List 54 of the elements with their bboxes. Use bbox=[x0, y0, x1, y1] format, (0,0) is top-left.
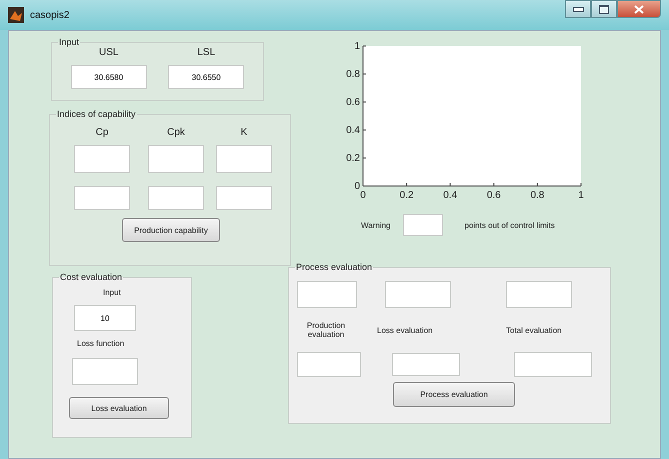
input-field[interactable] bbox=[74, 186, 130, 210]
tick-label: 0.8 bbox=[346, 69, 360, 80]
loss-evaluation-button[interactable]: Loss evaluation bbox=[69, 397, 169, 419]
production-capability-button[interactable]: Production capability bbox=[122, 218, 220, 242]
panel-title: Input bbox=[58, 37, 80, 47]
field-label: USL bbox=[99, 47, 118, 58]
input-field[interactable] bbox=[402, 214, 442, 236]
input-field[interactable] bbox=[506, 280, 572, 308]
field-label: LSL bbox=[197, 47, 216, 58]
tick-label: 0.6 bbox=[346, 97, 360, 108]
input-field[interactable] bbox=[297, 352, 361, 376]
close-button[interactable] bbox=[617, 0, 661, 18]
input-field[interactable] bbox=[385, 280, 451, 308]
tick-label: 1 bbox=[354, 41, 360, 52]
app-icon bbox=[8, 7, 24, 23]
tick-label: 0.8 bbox=[530, 190, 544, 201]
field-label: Loss function bbox=[77, 339, 124, 348]
tick-label: 0 bbox=[354, 181, 360, 192]
close-icon bbox=[634, 4, 644, 14]
column-label: Cpk bbox=[167, 127, 185, 138]
tick-label: 1 bbox=[578, 190, 584, 201]
process-evaluation-button[interactable]: Process evaluation bbox=[393, 382, 515, 407]
tick-label: 0.4 bbox=[443, 190, 458, 201]
input-field[interactable] bbox=[72, 358, 138, 385]
minimize-button[interactable] bbox=[565, 0, 591, 18]
tick-label: 0.6 bbox=[486, 190, 501, 201]
tick-label: 0.2 bbox=[400, 190, 414, 201]
input-field[interactable] bbox=[74, 145, 130, 173]
input-field[interactable]: 10 bbox=[74, 305, 136, 331]
maximize-button[interactable] bbox=[591, 0, 617, 18]
input-field[interactable]: 30.6550 bbox=[168, 65, 244, 89]
panel-title: Cost evaluation bbox=[59, 272, 124, 282]
warning-label: Warning bbox=[361, 220, 390, 230]
column-label: K bbox=[240, 127, 248, 138]
panel-title: Indices of capability bbox=[56, 109, 137, 119]
input-field[interactable] bbox=[392, 352, 460, 376]
panel-title: Process evaluation bbox=[295, 262, 374, 272]
column-label: Cp bbox=[96, 127, 108, 138]
input-field[interactable] bbox=[216, 145, 272, 173]
input-field[interactable] bbox=[148, 186, 204, 210]
field-label: Input bbox=[103, 288, 121, 297]
field-label: Loss evaluation bbox=[377, 326, 433, 334]
window-title: casopis2 bbox=[30, 10, 70, 20]
input-field[interactable]: 30.6580 bbox=[70, 65, 147, 89]
input-field[interactable] bbox=[148, 145, 204, 173]
warning-text: points out of control limits bbox=[464, 220, 555, 230]
input-field[interactable] bbox=[297, 280, 357, 308]
input-field[interactable] bbox=[514, 352, 592, 376]
input-field[interactable] bbox=[216, 186, 272, 210]
tick-label: 0.2 bbox=[346, 153, 360, 164]
field-label: Total evaluation bbox=[506, 326, 562, 334]
tick-label: 0.4 bbox=[346, 125, 360, 136]
tick-label: 0 bbox=[360, 190, 366, 201]
field-label: Production evaluation bbox=[306, 321, 346, 339]
